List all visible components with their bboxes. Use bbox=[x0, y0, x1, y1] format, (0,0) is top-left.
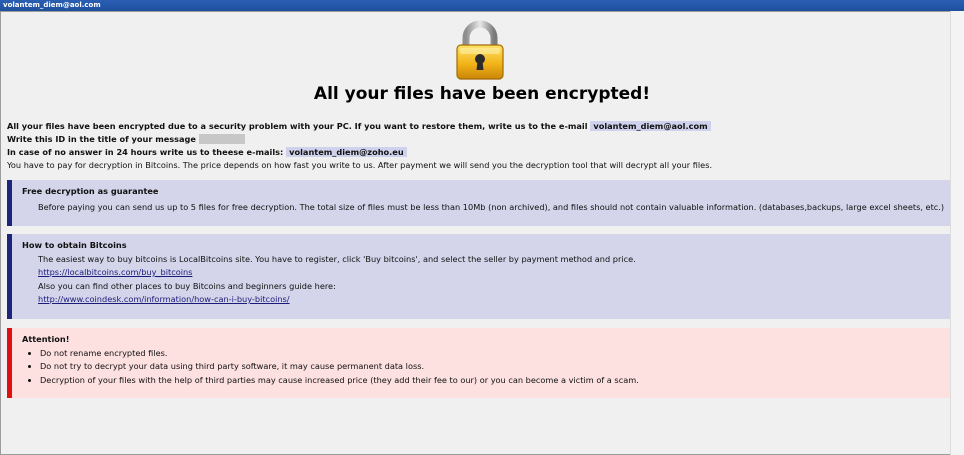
intro-line-payment: You have to pay for decryption in Bitcoi… bbox=[7, 160, 713, 170]
attention-item: Do not try to decrypt your data using th… bbox=[40, 360, 950, 374]
window-title: volantem_diem@aol.com bbox=[3, 1, 101, 9]
attention-item: Decryption of your files with the help o… bbox=[40, 374, 950, 388]
primary-email[interactable]: volantem_diem@aol.com bbox=[590, 121, 711, 131]
free-decryption-text: Before paying you can send us up to 5 fi… bbox=[38, 201, 945, 212]
vertical-scrollbar[interactable] bbox=[950, 11, 964, 455]
intro-line1-text: All your files have been encrypted due t… bbox=[7, 121, 588, 131]
obtain-bitcoins-line2: Also you can find other places to buy Bi… bbox=[38, 280, 336, 291]
attention-item: Do not rename encrypted files. bbox=[40, 347, 950, 361]
window-title-bar[interactable]: volantem_diem@aol.com bbox=[0, 0, 964, 11]
page-title: All your files have been encrypted! bbox=[313, 84, 651, 104]
backup-email[interactable]: volantem_diem@zoho.eu bbox=[286, 147, 407, 157]
obtain-bitcoins-box: How to obtain Bitcoins The easiest way t… bbox=[7, 234, 950, 319]
coindesk-link[interactable]: http://www.coindesk.com/information/how-… bbox=[38, 294, 290, 304]
intro-line-id: Write this ID in the title of your messa… bbox=[7, 133, 245, 145]
obtain-bitcoins-line1: The easiest way to buy bitcoins is Local… bbox=[38, 253, 636, 264]
intro-line-backup-email: In case of no answer in 24 hours write u… bbox=[7, 146, 407, 158]
intro-line-email: All your files have been encrypted due t… bbox=[7, 120, 711, 132]
free-decryption-heading: Free decryption as guarantee bbox=[22, 186, 159, 196]
victim-id-field[interactable] bbox=[198, 134, 245, 144]
padlock-icon bbox=[456, 20, 504, 80]
intro-line3-text: In case of no answer in 24 hours write u… bbox=[7, 147, 284, 157]
obtain-bitcoins-heading: How to obtain Bitcoins bbox=[22, 240, 127, 250]
attention-box: Attention! Do not rename encrypted files… bbox=[7, 328, 950, 398]
attention-list: Do not rename encrypted files. Do not tr… bbox=[22, 347, 950, 388]
free-decryption-box: Free decryption as guarantee Before payi… bbox=[7, 180, 950, 226]
intro-line2-text: Write this ID in the title of your messa… bbox=[7, 134, 196, 144]
localbitcoins-link[interactable]: https://localbitcoins.com/buy_bitcoins bbox=[38, 267, 192, 277]
attention-heading: Attention! bbox=[22, 334, 70, 344]
